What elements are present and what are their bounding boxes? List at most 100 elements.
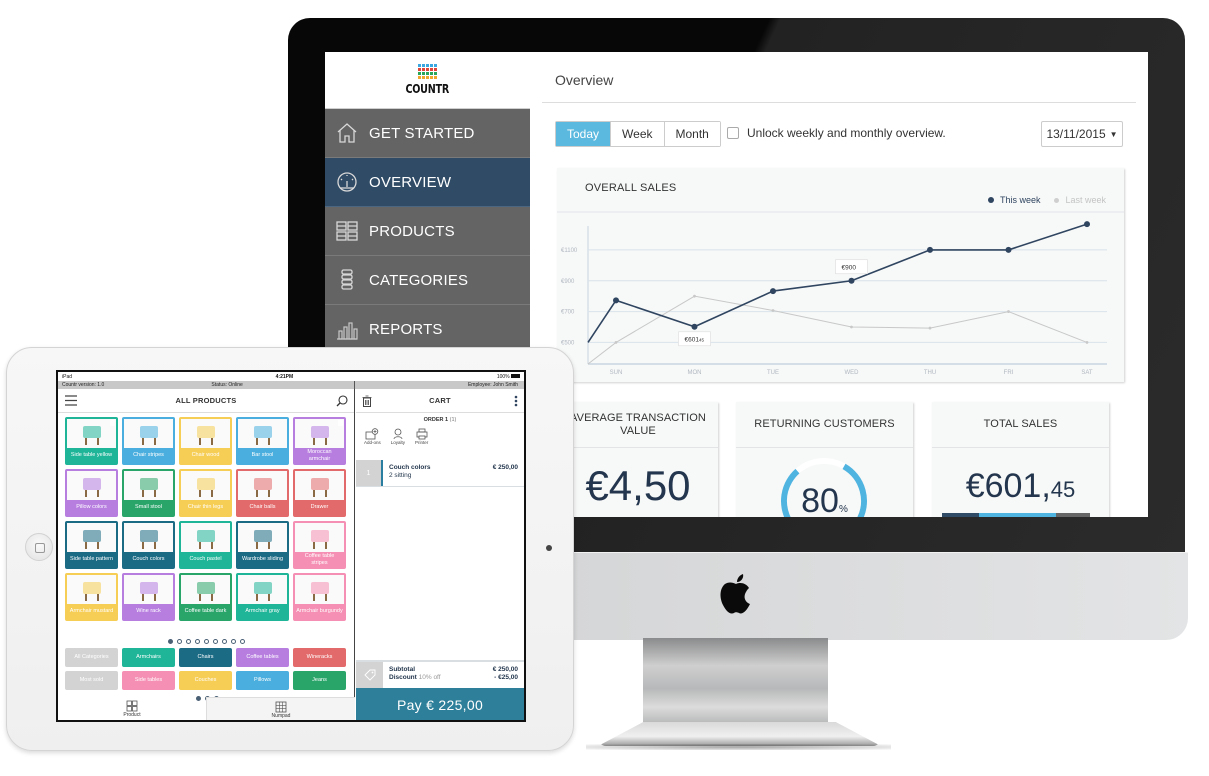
category-button[interactable]: All Categories xyxy=(65,648,118,667)
tab-month[interactable]: Month xyxy=(664,122,720,146)
sidebar-item-label: OVERVIEW xyxy=(369,173,452,191)
product-tile[interactable]: Side table yellow xyxy=(65,417,118,465)
category-button[interactable]: Side tables xyxy=(122,671,175,690)
logo-cell xyxy=(422,68,425,71)
sidebar-item-overview[interactable]: OVERVIEW xyxy=(325,158,530,207)
tab-product[interactable]: Product xyxy=(58,697,206,720)
product-tile[interactable]: Side table pattern xyxy=(65,521,118,569)
clock: 4:21PM xyxy=(275,373,294,380)
stat-title: AVERAGE TRANSACTION VALUE xyxy=(558,402,718,448)
price-tag-icon xyxy=(363,669,375,681)
category-button[interactable]: Chairs xyxy=(179,648,232,667)
cart-header: CART xyxy=(356,389,524,413)
unlock-checkbox[interactable] xyxy=(727,127,739,139)
cart-totals: Subtotal Discount 10% off € 250,00 - €25… xyxy=(356,660,524,688)
this-week-point xyxy=(927,246,933,253)
product-tile[interactable]: Moroccan armchair xyxy=(293,417,346,465)
page-dot[interactable] xyxy=(195,639,200,644)
logo-cell xyxy=(418,72,421,75)
product-tile[interactable]: Armchair mustard xyxy=(65,573,118,621)
cart-line-item[interactable]: 1 Couch colors 2 sitting € 250,00 xyxy=(356,460,524,487)
tab-numpad[interactable]: Numpad xyxy=(206,697,355,720)
product-name: Coffee table stripes xyxy=(295,552,344,567)
page-dot[interactable] xyxy=(222,639,227,644)
page-dot[interactable] xyxy=(231,639,236,644)
tab-week[interactable]: Week xyxy=(611,122,665,146)
main-content: Overview Today Week Month Unlock weekly … xyxy=(542,52,1148,517)
loyalty-button[interactable]: Loyalty xyxy=(391,428,405,445)
trash-icon[interactable] xyxy=(362,395,372,407)
product-image xyxy=(181,419,230,448)
product-tile[interactable]: Drawer xyxy=(293,469,346,517)
logo-cell xyxy=(426,68,429,71)
imac-stand-foot xyxy=(598,722,881,746)
page-dot[interactable] xyxy=(204,639,209,644)
search-icon[interactable] xyxy=(336,395,348,407)
home-button[interactable] xyxy=(25,533,53,561)
x-tick-label: FRI xyxy=(1004,370,1014,376)
category-button[interactable]: Coffee tables xyxy=(236,648,289,667)
sidebar-item-products[interactable]: PRODUCTS xyxy=(325,207,530,256)
date-dropdown[interactable]: 13/11/2015 ▼ xyxy=(1041,121,1123,147)
brand-logo[interactable]: COUNTR xyxy=(325,52,530,109)
status-bar: iPad 4:21PM 100% xyxy=(58,372,524,381)
product-tile[interactable]: Armchair burgundy xyxy=(293,573,346,621)
home-icon xyxy=(337,123,357,143)
product-image xyxy=(67,575,116,604)
brand-name: COUNTR xyxy=(405,82,450,96)
product-image xyxy=(67,523,116,552)
category-button[interactable]: Pillows xyxy=(236,671,289,690)
product-tile[interactable]: Couch pastel xyxy=(179,521,232,569)
product-tile[interactable]: Coffee table stripes xyxy=(293,521,346,569)
product-tile[interactable]: Small stool xyxy=(122,469,175,517)
discount-label: Discount xyxy=(389,674,417,681)
product-tile[interactable]: Chair thin legs xyxy=(179,469,232,517)
battery-icon xyxy=(511,374,520,379)
order-title[interactable]: ORDER 1 (1) xyxy=(356,417,524,423)
logo-cell xyxy=(418,76,421,79)
order-actions: Add-ons Loyalty Printer xyxy=(364,428,428,445)
product-tile[interactable]: Coffee table dark xyxy=(179,573,232,621)
menu-icon[interactable] xyxy=(65,395,77,406)
page-dot[interactable] xyxy=(213,639,218,644)
add-ons-button[interactable]: Add-ons xyxy=(364,428,381,445)
returning-customers-card: RETURNING CUSTOMERS 80% xyxy=(736,402,913,517)
category-button[interactable]: Wineracks xyxy=(293,648,346,667)
product-name: Couch colors xyxy=(124,552,173,567)
y-tick-label: €1100 xyxy=(561,248,578,254)
connection-status: Status: Online xyxy=(211,382,243,388)
stand-shadow xyxy=(586,744,891,750)
tab-today[interactable]: Today xyxy=(556,122,612,146)
unlock-overview-option[interactable]: Unlock weekly and monthly overview. xyxy=(727,126,946,140)
discount-value: - €25,00 xyxy=(494,674,518,681)
logo-cell xyxy=(418,68,421,71)
page-dot[interactable] xyxy=(177,639,182,644)
variant-badge-icon xyxy=(338,420,343,426)
page-dot[interactable] xyxy=(168,639,173,644)
category-button[interactable]: Couches xyxy=(179,671,232,690)
discount-button[interactable] xyxy=(356,662,383,688)
page-dot[interactable] xyxy=(240,639,245,644)
grid-icon xyxy=(126,700,138,712)
sidebar-item-get-started[interactable]: GET STARTED xyxy=(325,109,530,158)
product-tile[interactable]: Chair balls xyxy=(236,469,289,517)
product-tile[interactable]: Wardrobe sliding xyxy=(236,521,289,569)
product-tile[interactable]: Wine rack xyxy=(122,573,175,621)
more-options-icon[interactable] xyxy=(514,395,518,407)
category-button[interactable]: Armchairs xyxy=(122,648,175,667)
category-button[interactable]: Most sold xyxy=(65,671,118,690)
product-tile[interactable]: Pillow colors xyxy=(65,469,118,517)
printer-button[interactable]: Printer xyxy=(415,428,428,445)
category-button[interactable]: Jeans xyxy=(293,671,346,690)
sales-segment xyxy=(1055,513,1090,517)
sidebar-item-categories[interactable]: CATEGORIES xyxy=(325,256,530,305)
product-tile[interactable]: Bar stool xyxy=(236,417,289,465)
printer-icon xyxy=(416,428,428,440)
page-dot[interactable] xyxy=(186,639,191,644)
product-tile[interactable]: Armchair gray xyxy=(236,573,289,621)
this-week-line xyxy=(587,223,1088,343)
product-tile[interactable]: Couch colors xyxy=(122,521,175,569)
product-tile[interactable]: Chair stripes xyxy=(122,417,175,465)
pay-button[interactable]: Pay € 225,00 xyxy=(356,688,524,720)
product-tile[interactable]: Chair wood xyxy=(179,417,232,465)
